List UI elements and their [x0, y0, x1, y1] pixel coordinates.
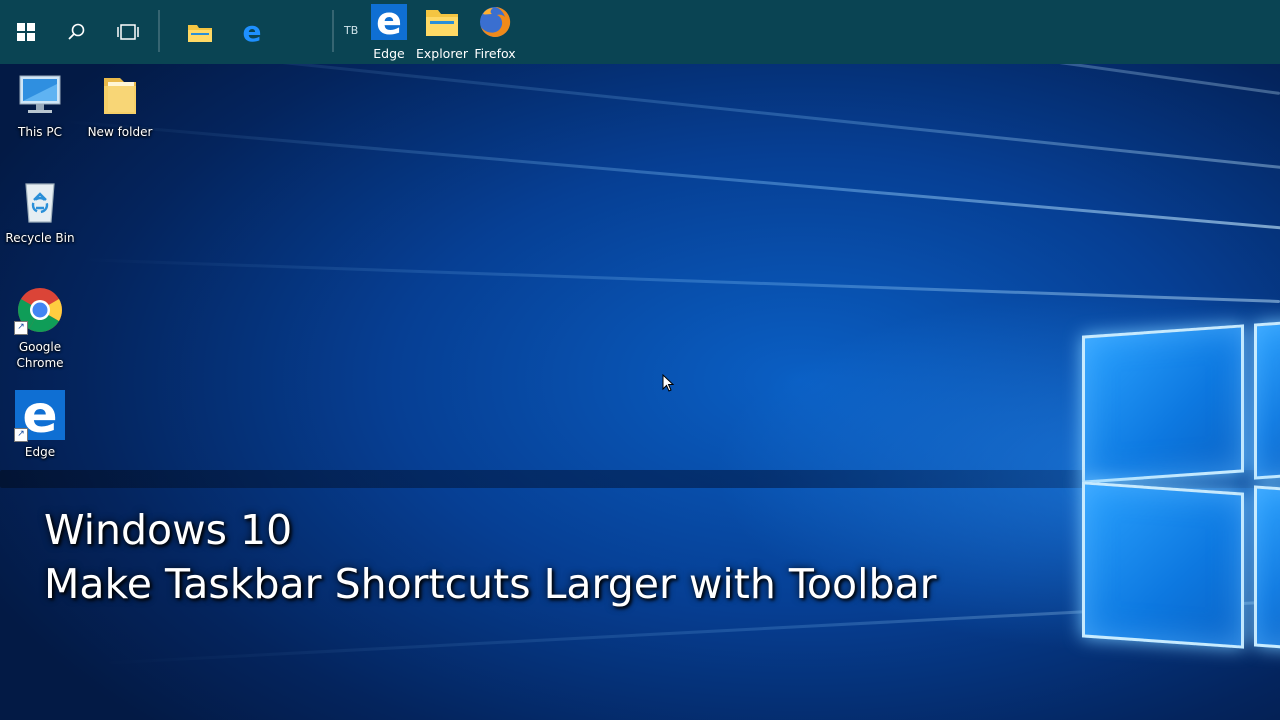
start-button[interactable] [8, 0, 44, 64]
computer-icon [19, 75, 61, 113]
desktop-icon-label: New folder [87, 125, 153, 139]
desktop-icon-label-line2: Chrome [16, 356, 64, 370]
taskbar: e TB e Edge Explorer Firefox [0, 0, 1280, 64]
toolbar-item-firefox[interactable]: Firefox [467, 4, 523, 61]
desktop-icon-label: Recycle Bin [5, 231, 75, 245]
video-title-overlay: Windows 10 Make Taskbar Shortcuts Larger… [44, 503, 937, 611]
task-view-icon [117, 24, 139, 40]
toolbar-item-edge[interactable]: e Edge [361, 0, 417, 61]
desktop-icon-label: This PC [18, 125, 62, 139]
desktop-icon-label-line1: Google [18, 340, 62, 354]
desktop-icon-this-pc[interactable]: This PC [0, 72, 80, 140]
desktop-icon-google-chrome[interactable]: ↗ Google Chrome [0, 285, 80, 371]
taskbar-file-explorer[interactable] [180, 0, 220, 64]
toolbar-separator [332, 10, 334, 52]
taskbar-edge[interactable]: e [232, 0, 272, 64]
search-icon [68, 23, 85, 40]
desktop-icon-new-folder[interactable]: New folder [80, 72, 160, 140]
desktop-icon-label: Edge [24, 445, 56, 459]
edge-icon: e [243, 19, 262, 45]
svg-text:e: e [376, 4, 402, 40]
toolbar-label: TB [344, 24, 359, 37]
toolbar-item-label: Firefox [474, 46, 516, 61]
search-button[interactable] [58, 0, 94, 64]
edge-icon: e [371, 0, 407, 43]
recycle-bin-icon [25, 183, 55, 223]
mouse-cursor-icon [662, 374, 675, 392]
title-line-2: Make Taskbar Shortcuts Larger with Toolb… [44, 560, 937, 608]
shortcut-arrow-icon: ↗ [14, 428, 28, 442]
toolbar-item-label: Edge [373, 46, 405, 61]
taskbar-separator [158, 10, 160, 52]
desktop-icon-edge[interactable]: e ↗ Edge [0, 385, 80, 460]
title-line-1: Windows 10 [44, 506, 293, 554]
toolbar-item-explorer[interactable]: Explorer [414, 4, 470, 61]
firefox-icon [480, 6, 511, 37]
folder-icon [188, 25, 212, 42]
shortcut-arrow-icon: ↗ [14, 321, 28, 335]
svg-text:e: e [243, 19, 262, 45]
desktop-wallpaper [0, 0, 1280, 720]
folder-icon [426, 10, 458, 36]
windows-logo-icon [17, 23, 35, 41]
toolbar-item-label: Explorer [415, 46, 469, 61]
folder-icon [104, 78, 136, 114]
task-view-button[interactable] [110, 0, 146, 64]
desktop-icon-recycle-bin[interactable]: Recycle Bin [0, 178, 80, 246]
